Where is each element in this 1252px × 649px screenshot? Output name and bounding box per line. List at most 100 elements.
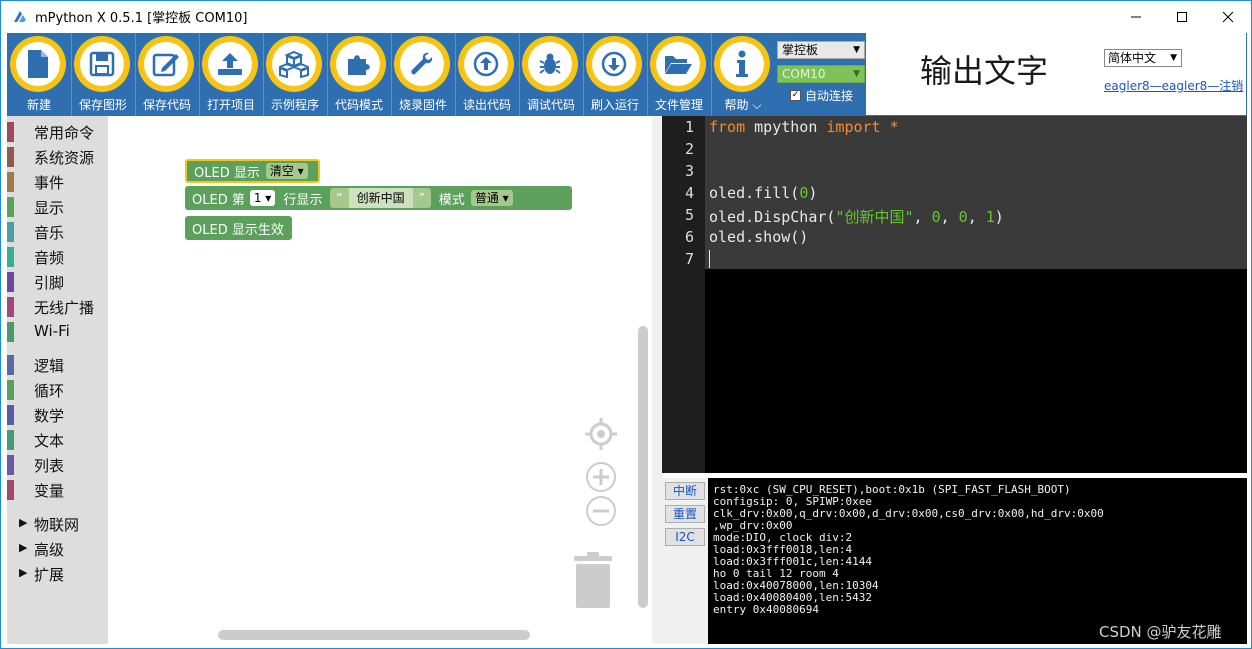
category-text[interactable]: 文本 [7,428,108,452]
category-music[interactable]: 音乐 [7,220,108,244]
oled-line-block[interactable]: OLED 第 1 ▾ 行显示 “ 创新中国 ” 模式 普通 ▾ [185,186,572,210]
chevron-down-icon: ▼ [853,69,860,79]
line-show-label: 行显示 [283,192,323,208]
line-number-dropdown[interactable]: 1 ▾ [249,190,276,206]
minimize-icon [1131,16,1141,17]
board-select[interactable]: 掌控板 ▼ [777,41,865,59]
oled-line-prefix: OLED 第 [192,192,245,208]
mode-dropdown[interactable]: 普通 ▾ [470,190,513,206]
category-label: 高级 [34,541,65,559]
examples-button[interactable]: 示例程序 [263,33,327,116]
port-select-value: COM10 [782,67,826,81]
panel-splitter[interactable] [652,116,662,644]
chevron-down-icon: ▼ [1170,53,1177,63]
category-iot[interactable]: ▶ 物联网 [7,512,108,536]
new-label: 新建 [26,98,51,112]
oled-show-apply-block[interactable]: OLED 显示生效 [185,216,292,240]
code-editor-empty-area[interactable] [662,269,1247,473]
category-math[interactable]: 数学 [7,403,108,427]
category-label: 引脚 [34,274,65,292]
examples-label: 示例程序 [270,98,319,112]
code-mode-label: 代码模式 [334,98,383,112]
code-line-6: oled.show() [709,228,809,246]
flash-run-button[interactable]: 刷入运行 [583,33,647,116]
category-loops[interactable]: 循环 [7,378,108,402]
category-label: 变量 [34,482,65,500]
category-extensions[interactable]: ▶ 扩展 [7,562,108,586]
category-pins[interactable]: 引脚 [7,270,108,294]
code-mode-button[interactable]: 代码模式 [327,33,391,116]
open-project-button[interactable]: 打开项目 [199,33,263,116]
oled-show-dropdown[interactable]: 清空 ▾ [265,163,308,179]
wrench-icon [411,52,433,75]
save-graphic-button[interactable]: 保存图形 [71,33,135,116]
category-wifi[interactable]: Wi-Fi [7,320,108,344]
debug-code-button[interactable]: 调试代码 [519,33,583,116]
save-code-label: 保存代码 [142,98,191,112]
language-select[interactable]: 简体中文 ▼ [1104,49,1182,67]
minimize-button[interactable] [1113,1,1159,32]
file-manager-button[interactable]: 文件管理 [647,33,711,116]
save-graphic-label: 保存图形 [78,98,127,112]
category-advanced[interactable]: ▶ 高级 [7,537,108,561]
chevron-down-icon: ▼ [853,45,860,55]
read-code-button[interactable]: 读出代码 [455,33,519,116]
category-label: 无线广播 [34,299,95,317]
category-logic[interactable]: 逻辑 [7,353,108,377]
mode-label: 模式 [438,192,465,208]
category-label: Wi-Fi [34,322,70,340]
file-icon [28,50,48,78]
edit-icon [152,53,179,77]
console-line: entry 0x40080694 [713,603,819,616]
maximize-button[interactable] [1159,1,1205,32]
category-label: 音乐 [34,224,65,242]
block-workspace[interactable]: OLED 显示 清空 ▾ OLED 第 1 ▾ 行显示 “ 创新中国 ” 模式 … [108,116,652,644]
category-system[interactable]: 系统资源 [7,145,108,169]
line-number: 6 [684,228,694,246]
interrupt-button[interactable]: 中断 [665,482,705,500]
category-radio[interactable]: 无线广播 [7,295,108,319]
help-button[interactable]: 帮助 ⌵ [711,33,775,116]
window-controls [1113,1,1251,32]
new-button[interactable]: 新建 [7,33,71,116]
workspace-vertical-scrollbar[interactable] [638,326,648,608]
text-block[interactable]: “ 创新中国 ” [330,188,431,208]
text-value[interactable]: 创新中国 [348,188,413,208]
board-select-value: 掌控板 [782,43,819,57]
debug-code-label: 调试代码 [526,98,575,112]
file-manager-label: 文件管理 [654,98,703,112]
category-label: 系统资源 [34,149,95,167]
line-number: 7 [684,250,694,268]
flash-run-label: 刷入运行 [590,98,639,112]
auto-connect-checkbox[interactable]: ✓ [790,90,801,101]
category-label: 事件 [34,174,65,192]
close-button[interactable] [1205,1,1251,32]
workspace-horizontal-scrollbar[interactable] [218,630,530,640]
console-button-panel [662,478,708,644]
category-label: 物联网 [34,516,80,534]
flash-firmware-button[interactable]: 烧录固件 [391,33,455,116]
category-common[interactable]: 常用命令 [7,120,108,144]
reset-button[interactable]: 重置 [665,505,705,523]
save-code-button[interactable]: 保存代码 [135,33,199,116]
i2c-button[interactable]: I2C [665,528,705,546]
category-audio[interactable]: 音频 [7,245,108,269]
category-variables[interactable]: 变量 [7,478,108,502]
user-logout-link[interactable]: eagler8—eagler8—注销 [1104,77,1243,94]
category-lists[interactable]: 列表 [7,453,108,477]
center-target-icon[interactable] [585,418,617,450]
zoom-in-icon[interactable] [585,461,617,493]
trash-icon[interactable] [571,552,615,608]
category-label: 逻辑 [34,357,65,375]
auto-connect[interactable]: ✓ 自动连接 [790,87,853,104]
category-display[interactable]: 显示 [7,195,108,219]
category-events[interactable]: 事件 [7,170,108,194]
zoom-out-icon[interactable] [585,495,617,527]
category-label: 循环 [34,382,65,400]
quote-open: “ [336,191,343,205]
port-select[interactable]: COM10 ▼ [777,65,865,83]
oled-clear-block[interactable]: OLED 显示 清空 ▾ [185,159,320,183]
line-number: 5 [684,206,694,224]
auto-connect-label: 自动连接 [805,89,854,103]
category-label: 列表 [34,457,65,475]
